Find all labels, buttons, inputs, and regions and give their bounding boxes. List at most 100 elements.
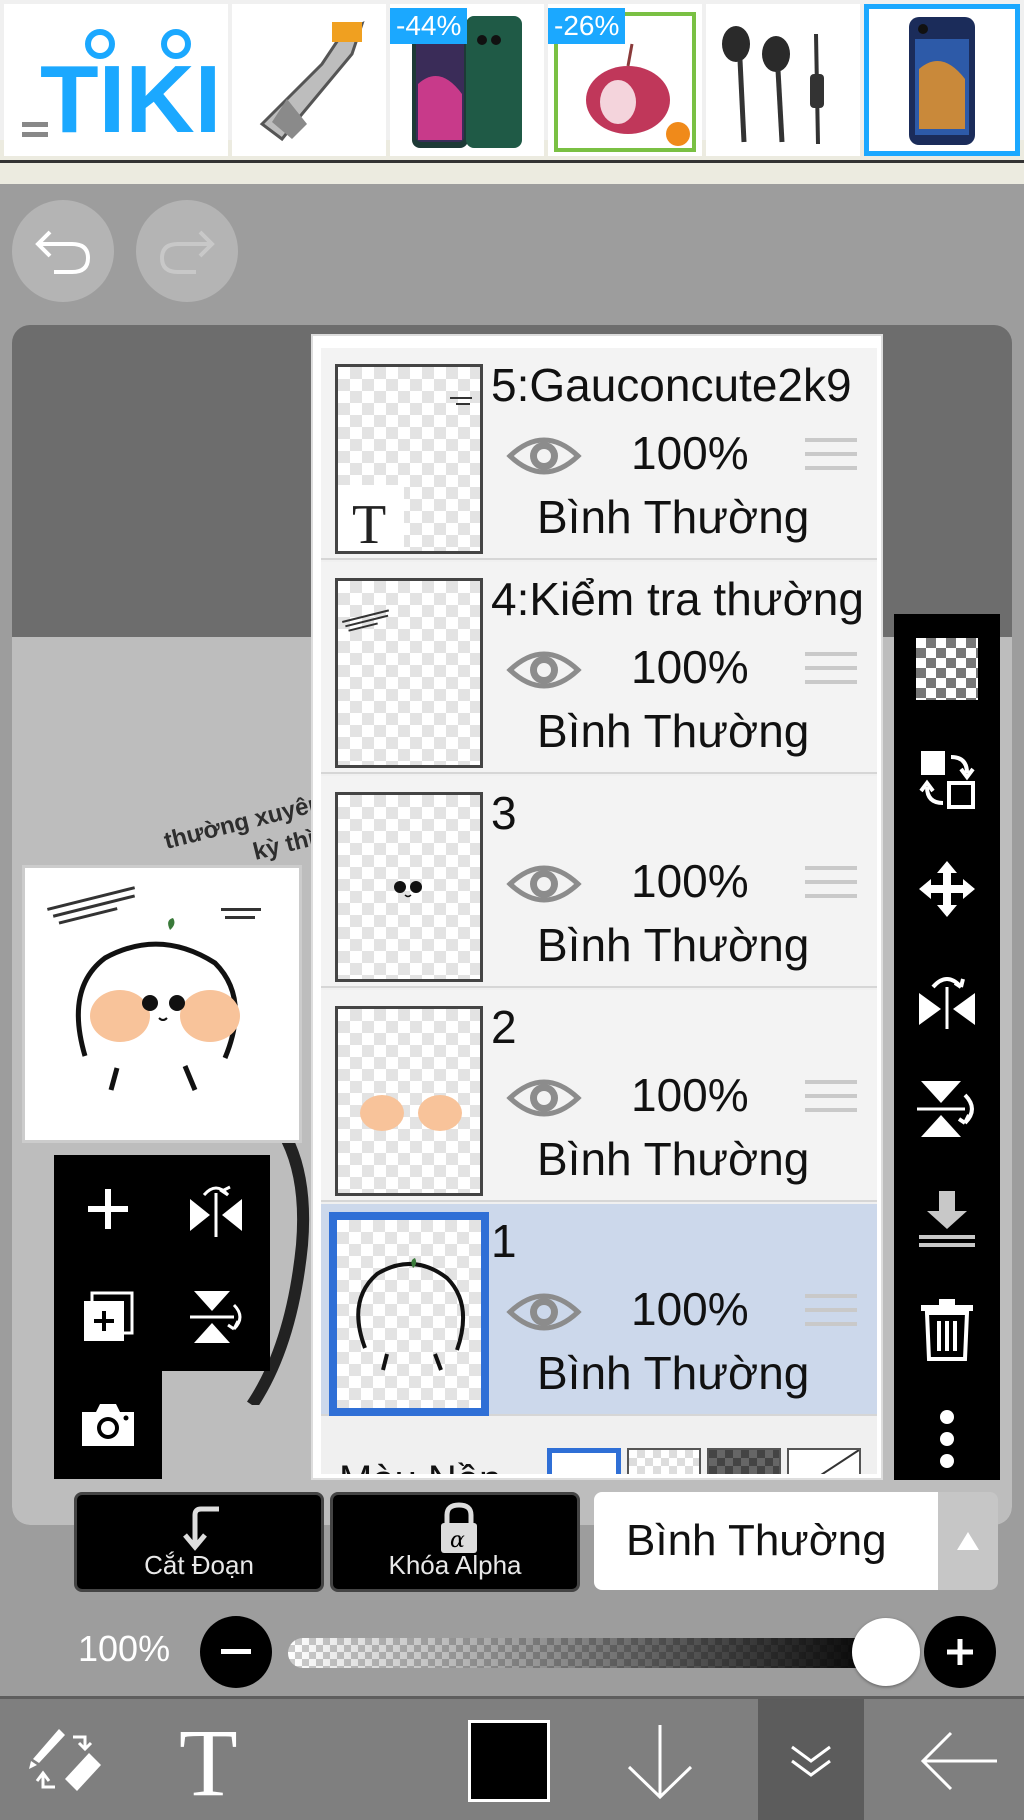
plus-icon	[88, 1189, 128, 1229]
opacity-decrease-button[interactable]	[200, 1616, 272, 1688]
drag-handle-icon[interactable]	[805, 1294, 857, 1334]
discount-badge: -26%	[548, 8, 626, 44]
flip-horizontal-button[interactable]	[162, 1155, 270, 1263]
delete-layer-button[interactable]	[894, 1274, 1000, 1384]
clipping-icon	[183, 1506, 219, 1551]
discount-badge: -44%	[390, 8, 468, 44]
move-icon	[919, 861, 975, 917]
alpha-lock-button[interactable]: α Khóa Alpha	[330, 1492, 580, 1592]
ad-product-earphones[interactable]	[706, 4, 860, 156]
left-tool-panel	[54, 1155, 270, 1480]
plus-icon	[947, 1639, 973, 1665]
merge-down-icon	[919, 1191, 975, 1247]
drag-handle-icon[interactable]	[805, 1080, 857, 1120]
swap-icon	[919, 751, 975, 809]
merge-down-button[interactable]	[894, 1164, 1000, 1274]
background-custom-swatch[interactable]	[787, 1448, 861, 1474]
bottom-toolbar: T	[0, 1696, 1024, 1820]
swap-layer-button[interactable]	[894, 724, 1000, 834]
transparency-button[interactable]	[894, 614, 1000, 724]
background-transparent-swatch[interactable]	[627, 1448, 701, 1474]
layer-name: 2	[491, 1001, 517, 1053]
right-tool-column	[894, 614, 1000, 1480]
opacity-slider-thumb[interactable]	[852, 1618, 920, 1686]
tool-product-image	[259, 21, 365, 142]
layer-row-1[interactable]: 1 100% Bình Thường	[321, 1204, 877, 1416]
tiki-brand-text: TIKI	[40, 46, 221, 153]
flip-vertical-button[interactable]	[162, 1263, 270, 1371]
layer-blend-mode: Bình Thường	[537, 491, 810, 543]
chevron-up-icon	[957, 1532, 979, 1550]
ad-product-phone-case[interactable]	[864, 4, 1020, 156]
checkerboard-icon	[916, 638, 978, 700]
ad-product-tool[interactable]	[232, 4, 386, 156]
opacity-increase-button[interactable]	[924, 1616, 996, 1688]
camera-button[interactable]	[54, 1371, 162, 1479]
redo-button[interactable]	[136, 200, 238, 302]
tiki-logo[interactable]: TIKI	[4, 4, 228, 156]
undo-button[interactable]	[12, 200, 114, 302]
more-options-button[interactable]	[894, 1384, 1000, 1494]
brush-eraser-toggle-button[interactable]	[10, 1699, 120, 1820]
background-color-label: Màu Nền	[339, 1458, 501, 1474]
drag-handle-icon[interactable]	[805, 866, 857, 906]
layer-blend-mode: Bình Thường	[537, 919, 810, 971]
duplicate-layer-button[interactable]	[54, 1263, 162, 1371]
alpha-lock-label: Khóa Alpha	[388, 1550, 522, 1580]
move-button[interactable]	[894, 834, 1000, 944]
layer-name: 4:Kiểm tra thường	[491, 573, 864, 625]
layer-blend-mode: Bình Thường	[537, 1347, 810, 1399]
more-vertical-icon	[940, 1410, 954, 1468]
layer-row-4[interactable]: 4:Kiểm tra thường 100% Bình Thường	[321, 562, 877, 774]
preview-image	[47, 886, 261, 1091]
layer-row-3[interactable]: 3 100% Bình Thường	[321, 776, 877, 988]
drag-handle-icon[interactable]	[805, 438, 857, 478]
flip-horizontal-icon	[919, 977, 975, 1029]
layer-thumbnail[interactable]	[329, 1212, 489, 1416]
phone-case-product-image	[909, 17, 975, 145]
opacity-value: 100%	[78, 1628, 171, 1669]
back-button[interactable]	[900, 1699, 1020, 1820]
color-picker-button[interactable]	[462, 1699, 556, 1820]
layer-thumbnail[interactable]	[335, 792, 483, 982]
layer-opacity: 100%	[631, 855, 749, 907]
flip-horizontal-icon	[190, 1185, 242, 1237]
add-layer-button[interactable]	[54, 1155, 162, 1263]
ad-product-onion[interactable]: -26%	[548, 4, 702, 156]
flip-vertical-layer-button[interactable]	[894, 1054, 1000, 1164]
ad-product-phone[interactable]: -44%	[390, 4, 544, 156]
eye-icon[interactable]	[506, 644, 582, 696]
eye-icon[interactable]	[506, 430, 582, 482]
earphones-product-image	[722, 26, 824, 145]
clipping-label: Cắt Đoạn	[144, 1550, 254, 1580]
eye-icon[interactable]	[506, 858, 582, 910]
arrow-left-icon	[920, 1731, 997, 1791]
clipping-button[interactable]: Cắt Đoạn	[74, 1492, 324, 1592]
flip-horizontal-layer-button[interactable]	[894, 944, 1000, 1054]
blend-mode-select[interactable]: Bình Thường	[594, 1492, 938, 1590]
layer-thumbnail[interactable]	[335, 578, 483, 768]
undo-icon	[35, 230, 91, 274]
background-dark-swatch[interactable]	[707, 1448, 781, 1474]
blend-mode-dropdown-button[interactable]	[938, 1492, 998, 1590]
text-tool-button[interactable]: T	[156, 1699, 266, 1820]
drag-handle-icon[interactable]	[805, 652, 857, 692]
layer-thumbnail[interactable]: T	[335, 364, 483, 554]
double-chevron-down-icon	[791, 1745, 831, 1777]
opacity-slider-track[interactable]	[288, 1638, 888, 1668]
layer-name: 1	[491, 1215, 517, 1267]
layer-name: 5:Gauconcute2k9	[491, 359, 852, 411]
eye-icon[interactable]	[506, 1072, 582, 1124]
layers-toggle-button[interactable]	[758, 1699, 864, 1820]
layer-row-2[interactable]: 2 100% Bình Thường	[321, 990, 877, 1202]
layer-down-button[interactable]	[610, 1699, 710, 1820]
eye-icon[interactable]	[506, 1286, 582, 1338]
layer-opacity: 100%	[631, 1069, 749, 1121]
layer-thumbnail[interactable]	[335, 1006, 483, 1196]
layer-row-5[interactable]: T 5:Gauconcute2k9 100% Bình Thường	[321, 348, 877, 560]
background-white-swatch[interactable]	[547, 1448, 621, 1474]
flip-vertical-icon	[190, 1291, 242, 1343]
camera-icon	[82, 1404, 134, 1446]
canvas-preview[interactable]	[22, 865, 302, 1143]
ad-banner[interactable]: TIKI -44% -26%	[0, 0, 1024, 162]
